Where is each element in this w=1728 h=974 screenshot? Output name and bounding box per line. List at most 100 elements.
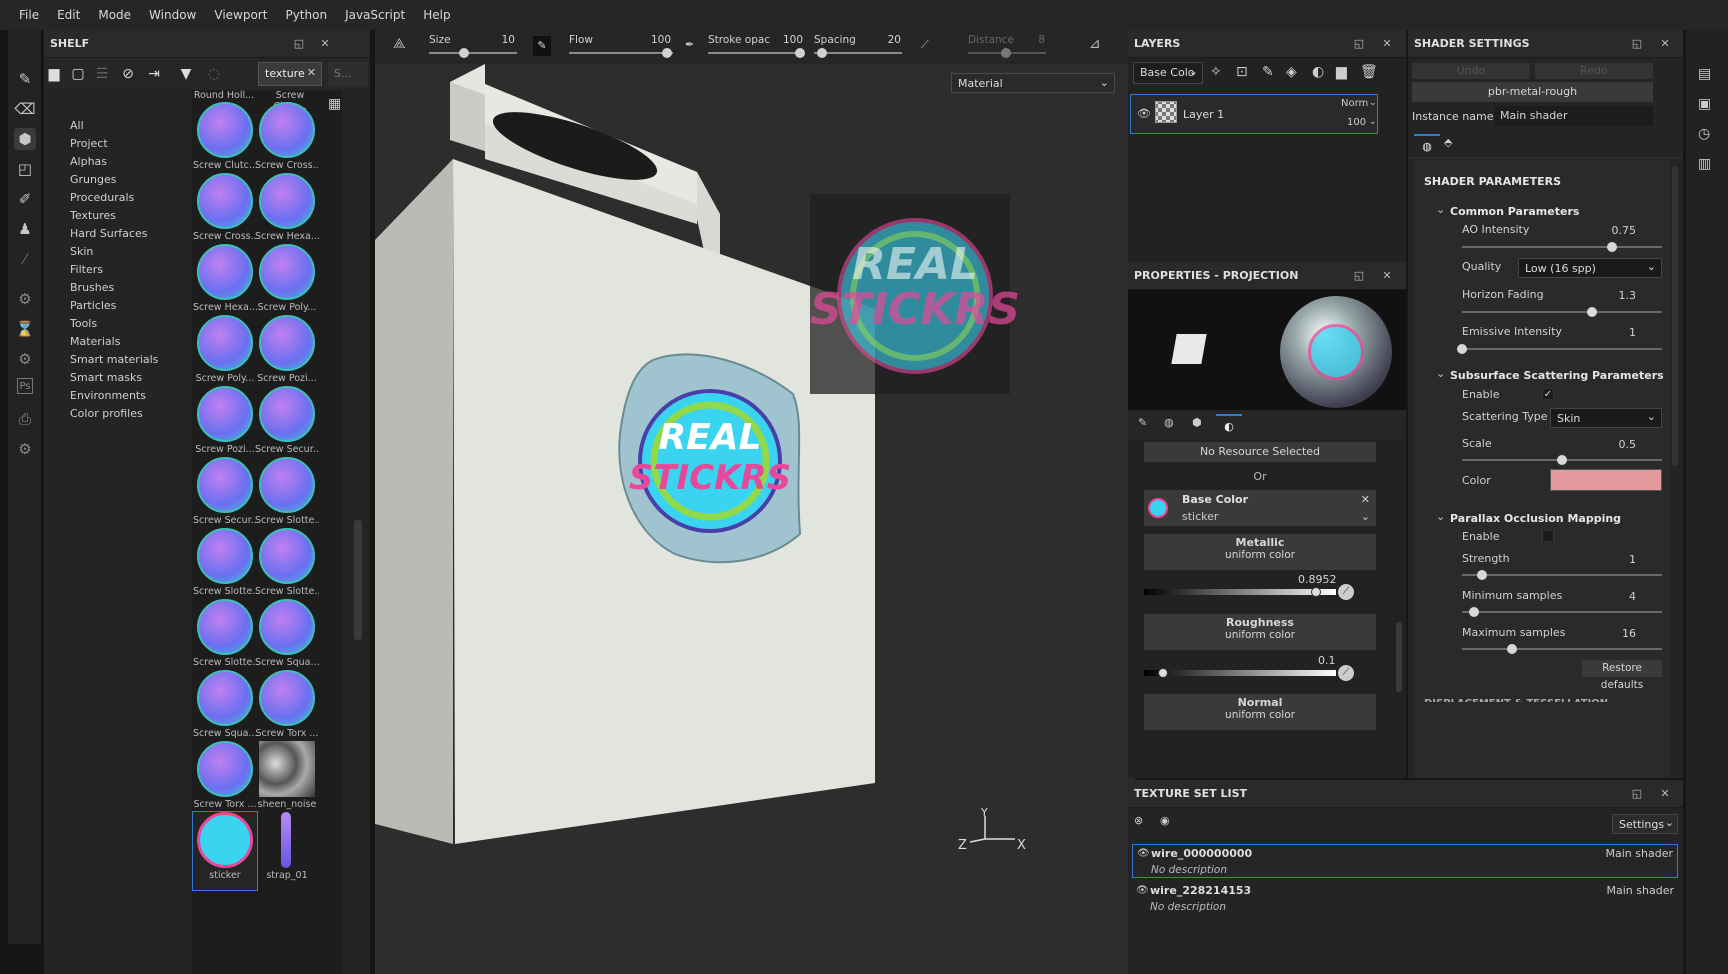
category-environments[interactable]: Environments	[70, 389, 146, 402]
shelf-thumbnail[interactable]: Screw Cross...	[255, 102, 319, 180]
texture-picker-icon[interactable]: ⟋	[1338, 584, 1354, 600]
sss-enable-checkbox[interactable]: ✓	[1542, 388, 1554, 400]
flow-slider-knob[interactable]	[662, 48, 672, 58]
distance-knob[interactable]	[1001, 48, 1011, 58]
spacing-slider[interactable]	[814, 52, 902, 54]
close-icon[interactable]: ✕	[1380, 37, 1394, 51]
category-smart-masks[interactable]: Smart masks	[70, 371, 142, 384]
tab-brush-icon[interactable]: ✎	[1138, 416, 1147, 429]
category-brushes[interactable]: Brushes	[70, 281, 114, 294]
shelf-thumbnail[interactable]: Screw Poly...	[193, 315, 257, 393]
grid-view-icon[interactable]: ▦	[328, 96, 341, 112]
add-mask-icon[interactable]: ⊡	[1236, 64, 1248, 80]
horizon-slider[interactable]	[1462, 311, 1662, 313]
menu-viewport[interactable]: Viewport	[205, 0, 276, 30]
close-icon[interactable]: ✕	[1380, 269, 1394, 283]
shelf-thumbnail[interactable]: Screw Squa...	[255, 599, 319, 677]
shelf-thumbnail[interactable]: Screw Pozi...	[193, 386, 257, 464]
roughness-slider-knob[interactable]	[1158, 668, 1169, 678]
texture-set-row[interactable]: 👁 wire_228214153 No description Main sha…	[1132, 882, 1678, 916]
history-icon[interactable]: ◷	[1698, 126, 1710, 142]
sss-title[interactable]: Subsurface Scattering Parameters	[1450, 369, 1664, 382]
shelf-thumbnail[interactable]: strap_01	[255, 812, 319, 890]
sss-color-swatch[interactable]	[1550, 469, 1662, 491]
tab-shader-params-icon[interactable]: ◍	[1414, 134, 1440, 158]
undo-button[interactable]: Undo	[1412, 63, 1530, 79]
strength-slider[interactable]	[1462, 574, 1662, 576]
smudge-icon[interactable]: ✐	[14, 188, 36, 210]
pom-title[interactable]: Parallax Occlusion Mapping	[1450, 512, 1621, 525]
color-picker-icon[interactable]: ⁄	[14, 248, 36, 270]
shelf-thumbnail[interactable]: Screw Clutc...	[193, 102, 257, 180]
display-settings-icon[interactable]: ▣	[1698, 96, 1711, 112]
visibility-eye-icon[interactable]: 👁	[1136, 885, 1149, 896]
refresh-icon[interactable]: ◌	[204, 64, 224, 84]
redo-button[interactable]: Redo	[1535, 63, 1653, 79]
float-icon[interactable]: ◱	[1352, 269, 1366, 283]
strength-slider-knob[interactable]	[1477, 570, 1487, 580]
gear-icon[interactable]: ⚙	[14, 348, 36, 370]
ao-slider[interactable]	[1462, 246, 1662, 248]
new-file-icon[interactable]: ▢	[68, 64, 88, 84]
shelf-thumbnail[interactable]: Screw Hexa...	[255, 173, 319, 251]
quality-select[interactable]: Low (16 spp) ⌄	[1518, 258, 1662, 278]
close-icon[interactable]: ✕	[1658, 787, 1672, 801]
texture-set-row[interactable]: 👁 wire_000000000 No description Main sha…	[1132, 844, 1678, 878]
texture-picker-icon[interactable]: ⟋	[1338, 665, 1354, 681]
eye-icon[interactable]: ◉	[1160, 814, 1170, 827]
layer-row[interactable]: 👁 Layer 1 Norm ⌄ 100 ⌄	[1130, 94, 1378, 134]
shelf-thumbnail[interactable]: Screw Slotte...	[255, 528, 319, 606]
metallic-slot[interactable]: Metallic uniform color	[1144, 534, 1376, 570]
normal-slot[interactable]: Normal uniform color	[1144, 694, 1376, 730]
shelf-thumbnail[interactable]: sticker	[192, 811, 258, 891]
chevron-down-icon[interactable]: ⌄	[1436, 367, 1445, 380]
roughness-slot[interactable]: Roughness uniform color	[1144, 614, 1376, 650]
float-icon[interactable]: ◱	[1352, 37, 1366, 51]
menu-javascript[interactable]: JavaScript	[336, 0, 414, 30]
base-color-slot[interactable]: Base Color sticker ✕ ⌄	[1144, 490, 1376, 526]
stroke-opacity-knob[interactable]	[795, 48, 805, 58]
hide-others-icon[interactable]: ⊗	[1134, 814, 1143, 827]
shelf-thumbnail[interactable]: Screw Pozi...	[255, 315, 319, 393]
category-all[interactable]: All	[70, 119, 84, 132]
tab-stencil-icon[interactable]: ⬢	[1192, 416, 1202, 429]
shelf-scrollbar[interactable]	[354, 520, 362, 640]
add-effect-icon[interactable]: ✧	[1210, 64, 1222, 80]
add-folder-icon[interactable]: ▆	[1336, 64, 1347, 80]
float-icon[interactable]: ◱	[1630, 787, 1644, 801]
spacing-knob[interactable]	[817, 48, 827, 58]
shelf-thumbnail[interactable]: Screw Secur...	[193, 457, 257, 535]
category-procedurals[interactable]: Procedurals	[70, 191, 134, 204]
category-materials[interactable]: Materials	[70, 335, 120, 348]
shader-scrollbar[interactable]	[1672, 166, 1678, 466]
horizon-slider-knob[interactable]	[1587, 307, 1597, 317]
delete-layer-icon[interactable]: 🗑	[1360, 64, 1378, 80]
close-icon[interactable]: ✕	[1658, 37, 1672, 51]
tab-material-icon[interactable]: ◐	[1216, 414, 1242, 438]
clone-stamp-icon[interactable]: ♟	[14, 218, 36, 240]
visibility-eye-icon[interactable]: 👁	[1137, 107, 1151, 120]
scale-slider-knob[interactable]	[1557, 455, 1567, 465]
chevron-down-icon[interactable]: ⌄	[1436, 203, 1445, 216]
layer-opacity[interactable]: 100	[1347, 117, 1366, 128]
max-samples-slider[interactable]	[1462, 648, 1662, 650]
size-slider[interactable]	[429, 52, 517, 54]
emissive-slider[interactable]	[1462, 348, 1662, 350]
hourglass-icon[interactable]: ⌛	[14, 318, 36, 340]
blend-mode[interactable]: Norm	[1341, 98, 1368, 109]
clear-search-icon[interactable]: ✕	[307, 66, 316, 79]
common-params-title[interactable]: Common Parameters	[1450, 205, 1579, 218]
restore-defaults-button[interactable]: Restore defaults	[1582, 660, 1662, 691]
shelf-thumbnail[interactable]: Screw Secur...	[255, 386, 319, 464]
tsl-settings-select[interactable]: Settings ⌄	[1612, 814, 1678, 834]
paint-brush-icon[interactable]: ✎	[14, 68, 36, 90]
shelf-thumbnail[interactable]: Screw Hexa...	[193, 244, 257, 322]
chevron-down-icon[interactable]: ⌄	[1436, 510, 1445, 523]
float-icon[interactable]: ◱	[292, 37, 306, 51]
add-smart-material-icon[interactable]: ◐	[1312, 64, 1324, 80]
pom-enable-checkbox[interactable]	[1542, 530, 1554, 542]
scatter-type-select[interactable]: Skin ⌄	[1550, 408, 1662, 428]
min-samples-knob[interactable]	[1469, 607, 1479, 617]
brush-icon[interactable]: ✎	[533, 36, 551, 56]
log-icon[interactable]: ▥	[1698, 156, 1711, 172]
